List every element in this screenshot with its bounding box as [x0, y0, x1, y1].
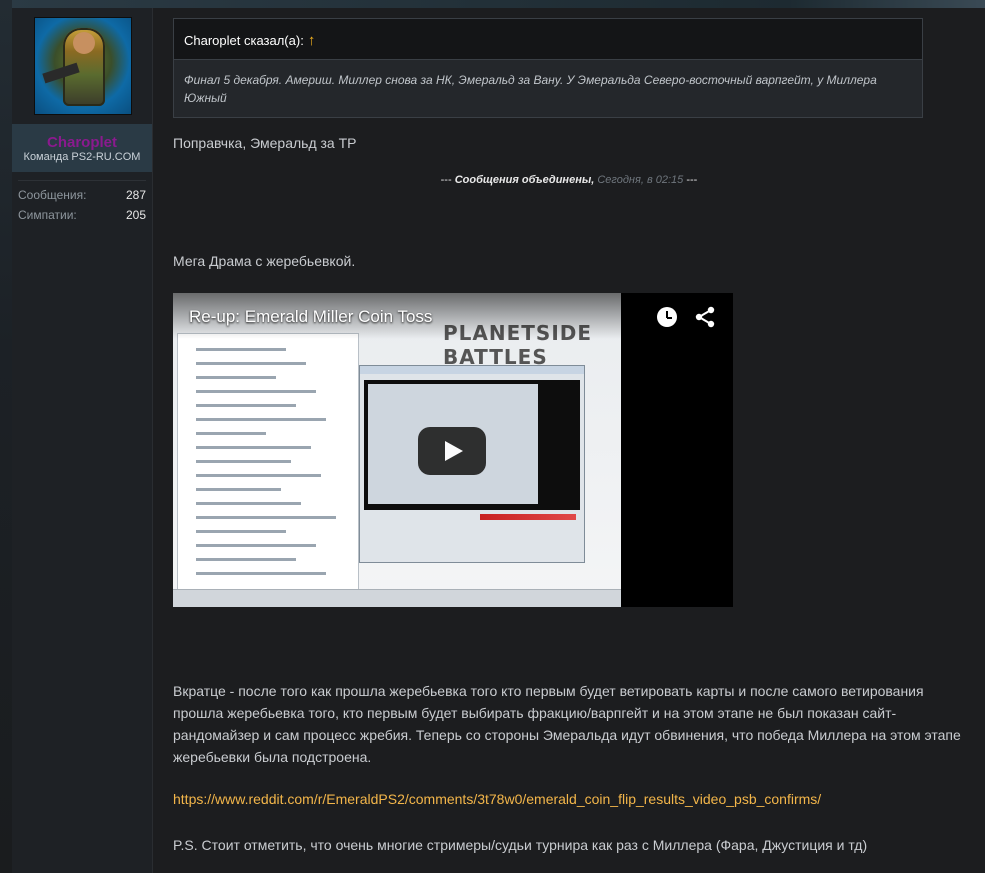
merged-dashes: ---	[440, 174, 452, 186]
stat-value: 287	[125, 188, 146, 202]
stat-messages: Сообщения: 287	[18, 188, 146, 204]
merged-notice: --- Сообщения объединены, Сегодня, в 02:…	[153, 174, 985, 186]
quote-body: Финал 5 декабря. Америш. Миллер снова за…	[184, 73, 877, 105]
user-sidebar: Charoplet Команда PS2-RU.COM Сообщения: …	[12, 8, 153, 873]
stat-label: Сообщения:	[18, 188, 87, 202]
play-button[interactable]	[418, 427, 486, 475]
clock-icon[interactable]	[657, 307, 677, 327]
post-content: Charoplet сказал(а): ↑ Финал 5 декабря. А…	[153, 8, 985, 873]
username[interactable]: Charoplet	[12, 134, 152, 151]
quote-header: Charoplet сказал(а): ↑	[174, 19, 922, 60]
video-embed[interactable]: PLANETSIDE BATTLES Re-up: Emerald Miller…	[173, 293, 733, 607]
avatar[interactable]	[34, 17, 132, 115]
stat-likes: Симпатии: 205	[18, 208, 146, 224]
video-taskbar	[173, 589, 621, 607]
post-paragraph: Вкратце - после того как прошла жеребьев…	[173, 683, 961, 765]
header-strip	[0, 0, 985, 8]
quote-block: Charoplet сказал(а): ↑ Финал 5 декабря. А…	[173, 18, 923, 118]
post-line: Мега Драма с жеребьевкой.	[173, 253, 356, 269]
avatar-head	[73, 32, 95, 54]
quote-author-text: Charoplet сказал(а):	[184, 33, 304, 48]
quote-author: Charoplet сказал(а): ↑	[184, 32, 315, 49]
merged-label: Сообщения объединены,	[454, 174, 595, 186]
video-chat-pane	[177, 333, 359, 590]
forum-page: Charoplet Команда PS2-RU.COM Сообщения: …	[0, 0, 985, 873]
reddit-link[interactable]: https://www.reddit.com/r/EmeraldPS2/comm…	[173, 791, 821, 807]
share-icon[interactable]	[693, 305, 717, 329]
video-title[interactable]: Re-up: Emerald Miller Coin Toss	[189, 307, 432, 327]
stat-label: Симпатии:	[18, 208, 77, 222]
merged-time: Сегодня, в 02:15	[597, 174, 684, 186]
background-edge	[0, 0, 12, 873]
post-ps: P.S. Стоит отметить, что очень многие ст…	[173, 837, 868, 853]
stats-divider	[18, 180, 146, 181]
post-line: Поправчка, Эмеральд за ТР	[173, 135, 357, 151]
user-title: Команда PS2-RU.COM	[23, 151, 141, 163]
quote-jump-icon[interactable]: ↑	[308, 32, 316, 49]
video-frame: PLANETSIDE BATTLES	[173, 293, 621, 607]
merged-dashes: ---	[686, 174, 698, 186]
play-icon	[445, 441, 463, 461]
stat-value: 205	[125, 208, 146, 222]
